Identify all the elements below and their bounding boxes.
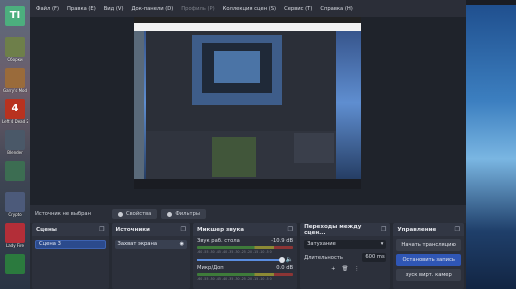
desktop-wallpaper [466,0,516,289]
desktop-icon[interactable]: Сборки [2,37,28,62]
transitions-header: Переходы между сцен... ❐ [300,223,391,236]
controls-header: Управление ❐ [393,223,464,236]
scenes-header: Сцены ❐ [32,223,109,236]
chevron-down-icon: ▾ [380,241,384,247]
menu-item[interactable]: Файл (F) [32,6,63,12]
menu-item[interactable]: Док-панели (D) [128,6,178,12]
menu-item[interactable]: Вид (V) [100,6,128,12]
properties-button[interactable]: Свойства [112,209,158,219]
properties-label: Свойства [126,211,152,217]
stop-record-button[interactable]: Остановить запись [396,254,461,266]
mixer-title: Микшер звука [197,226,245,233]
desktop-icon[interactable] [2,254,28,274]
preview-canvas[interactable] [134,17,361,189]
meter-ticks: -60 -55 -50 -45 -40 -35 -30 -25 -20 -15 … [197,250,272,254]
popout-icon[interactable]: ❐ [455,226,460,233]
menu-item[interactable]: Коллекция сцен (S) [219,6,280,12]
channel-name: Микр/Доп [197,265,224,271]
desktop-icon[interactable]: Crypto [2,192,28,217]
transition-value: Затухание [307,241,336,247]
volume-slider[interactable] [197,256,285,263]
obs-window: Файл (F) Правка (E) Вид (V) Док-панели (D) П… [30,0,466,289]
popout-icon[interactable]: ❐ [99,226,104,233]
desktop-icons-column: TI Сборки Garry's Mod 4 Left 4 Dead 2 Blender… [0,0,30,289]
virtual-camera-button[interactable]: зуск вирт. камер [396,269,461,281]
transitions-title: Переходы между сцен... [304,223,362,236]
desktop-icon-image: 4 [5,99,25,119]
meter-ticks: -60 -55 -50 -45 -40 -35 -30 -25 -20 -15 … [197,277,272,281]
desktop-icon[interactable]: TI [2,6,28,26]
desktop-icon-image [5,254,25,274]
sources-title: Источники [115,226,150,233]
scene-item-1[interactable]: Сцена 3 [35,240,106,249]
mixer-dock: Микшер звука ❐ Звук раб. стола -10.9 dB … [193,223,298,289]
desktop-icon-image [5,161,25,181]
menu-bar: Файл (F) Правка (E) Вид (V) Док-панели (D) П… [30,0,466,17]
desktop-icon-image: TI [5,6,25,26]
start-stream-button[interactable]: Начать трансляцию [396,239,461,251]
desktop-icon-label: Сборки [7,57,23,62]
channel-level: -10.9 dB [271,238,294,244]
mixer-channel-mic: Микр/Доп 0.0 dB -60 -55 -50 -45 -40 -35 … [193,263,297,281]
channel-level: 0.0 dB [276,265,294,271]
desktop-icon-image [5,68,25,88]
popout-icon[interactable]: ❐ [381,226,386,233]
duration-input[interactable]: 600 ms [362,253,387,262]
desktop-icon-image [5,192,25,212]
scenes-title: Сцены [36,226,57,233]
source-item-1[interactable]: Захват экрана ◉ [114,240,188,249]
menu-item[interactable]: Сервис (T) [280,6,316,12]
volume-meter [197,246,294,249]
desktop-icon-label: Crypto [8,212,22,217]
add-icon[interactable]: + [331,266,335,272]
preview-area [30,17,466,205]
filter-icon [167,211,173,217]
desktop-icon[interactable] [2,161,28,181]
mixer-header: Микшер звука ❐ [193,223,298,236]
popout-icon[interactable]: ❐ [181,226,186,233]
source-item-label: Захват экрана [117,241,158,247]
desktop-icon-label: Left 4 Dead 2 [2,119,28,124]
gear-icon [118,211,123,217]
filters-label: Фильтры [175,211,200,217]
desktop-icon-label: Blender [7,150,23,155]
sources-header: Источники ❐ [111,223,191,236]
menu-item[interactable]: Справка (H) [316,6,356,12]
transitions-dock: Переходы между сцен... ❐ Затухание ▾ Дли… [300,223,391,289]
eye-icon[interactable]: ◉ [180,240,184,249]
title-bar-edge [466,0,516,5]
desktop-icon[interactable]: 4 Left 4 Dead 2 [2,99,28,124]
no-source-label: Источник не выбран [35,211,91,217]
speaker-icon[interactable]: 🔈 [286,256,293,263]
desktop-icon[interactable]: Lady Fire [2,223,28,248]
transition-select[interactable]: Затухание ▾ [304,240,387,249]
duration-label: Длительность [304,254,343,261]
desktop-icon-image [5,37,25,57]
mixer-channel-desktop: Звук раб. стола -10.9 dB -60 -55 -50 -45… [193,236,297,263]
more-icon[interactable]: ⋮ [354,266,359,272]
channel-name: Звук раб. стола [197,238,240,244]
scenes-dock: Сцены ❐ Сцена 3 [32,223,109,289]
controls-title: Управление [397,226,437,233]
screen: TI Сборки Garry's Mod 4 Left 4 Dead 2 Blender… [0,0,516,289]
volume-meter [197,273,294,276]
desktop-icon-label: Garry's Mod [2,88,28,93]
menu-item[interactable]: Профиль (P) [177,6,218,12]
desktop-icon-image [5,223,25,243]
desktop-icon[interactable]: Blender [2,130,28,155]
trash-icon[interactable]: 🗑 [341,266,348,272]
sources-dock: Источники ❐ Захват экрана ◉ [111,223,191,289]
controls-dock: Управление ❐ Начать трансляцию Остановит… [393,223,464,289]
desktop-icon[interactable]: Garry's Mod [2,68,28,93]
source-toolbar: Источник не выбран Свойства Фильтры [30,205,466,223]
preview-screen-capture [134,17,361,189]
desktop-icon-label: Lady Fire [6,243,24,248]
dock-panels: Сцены ❐ Сцена 3 Источники ❐ Захват экран… [30,223,466,289]
menu-item[interactable]: Правка (E) [63,6,100,12]
desktop-icon-image [5,130,25,150]
popout-icon[interactable]: ❐ [288,226,293,233]
filters-button[interactable]: Фильтры [161,209,206,219]
